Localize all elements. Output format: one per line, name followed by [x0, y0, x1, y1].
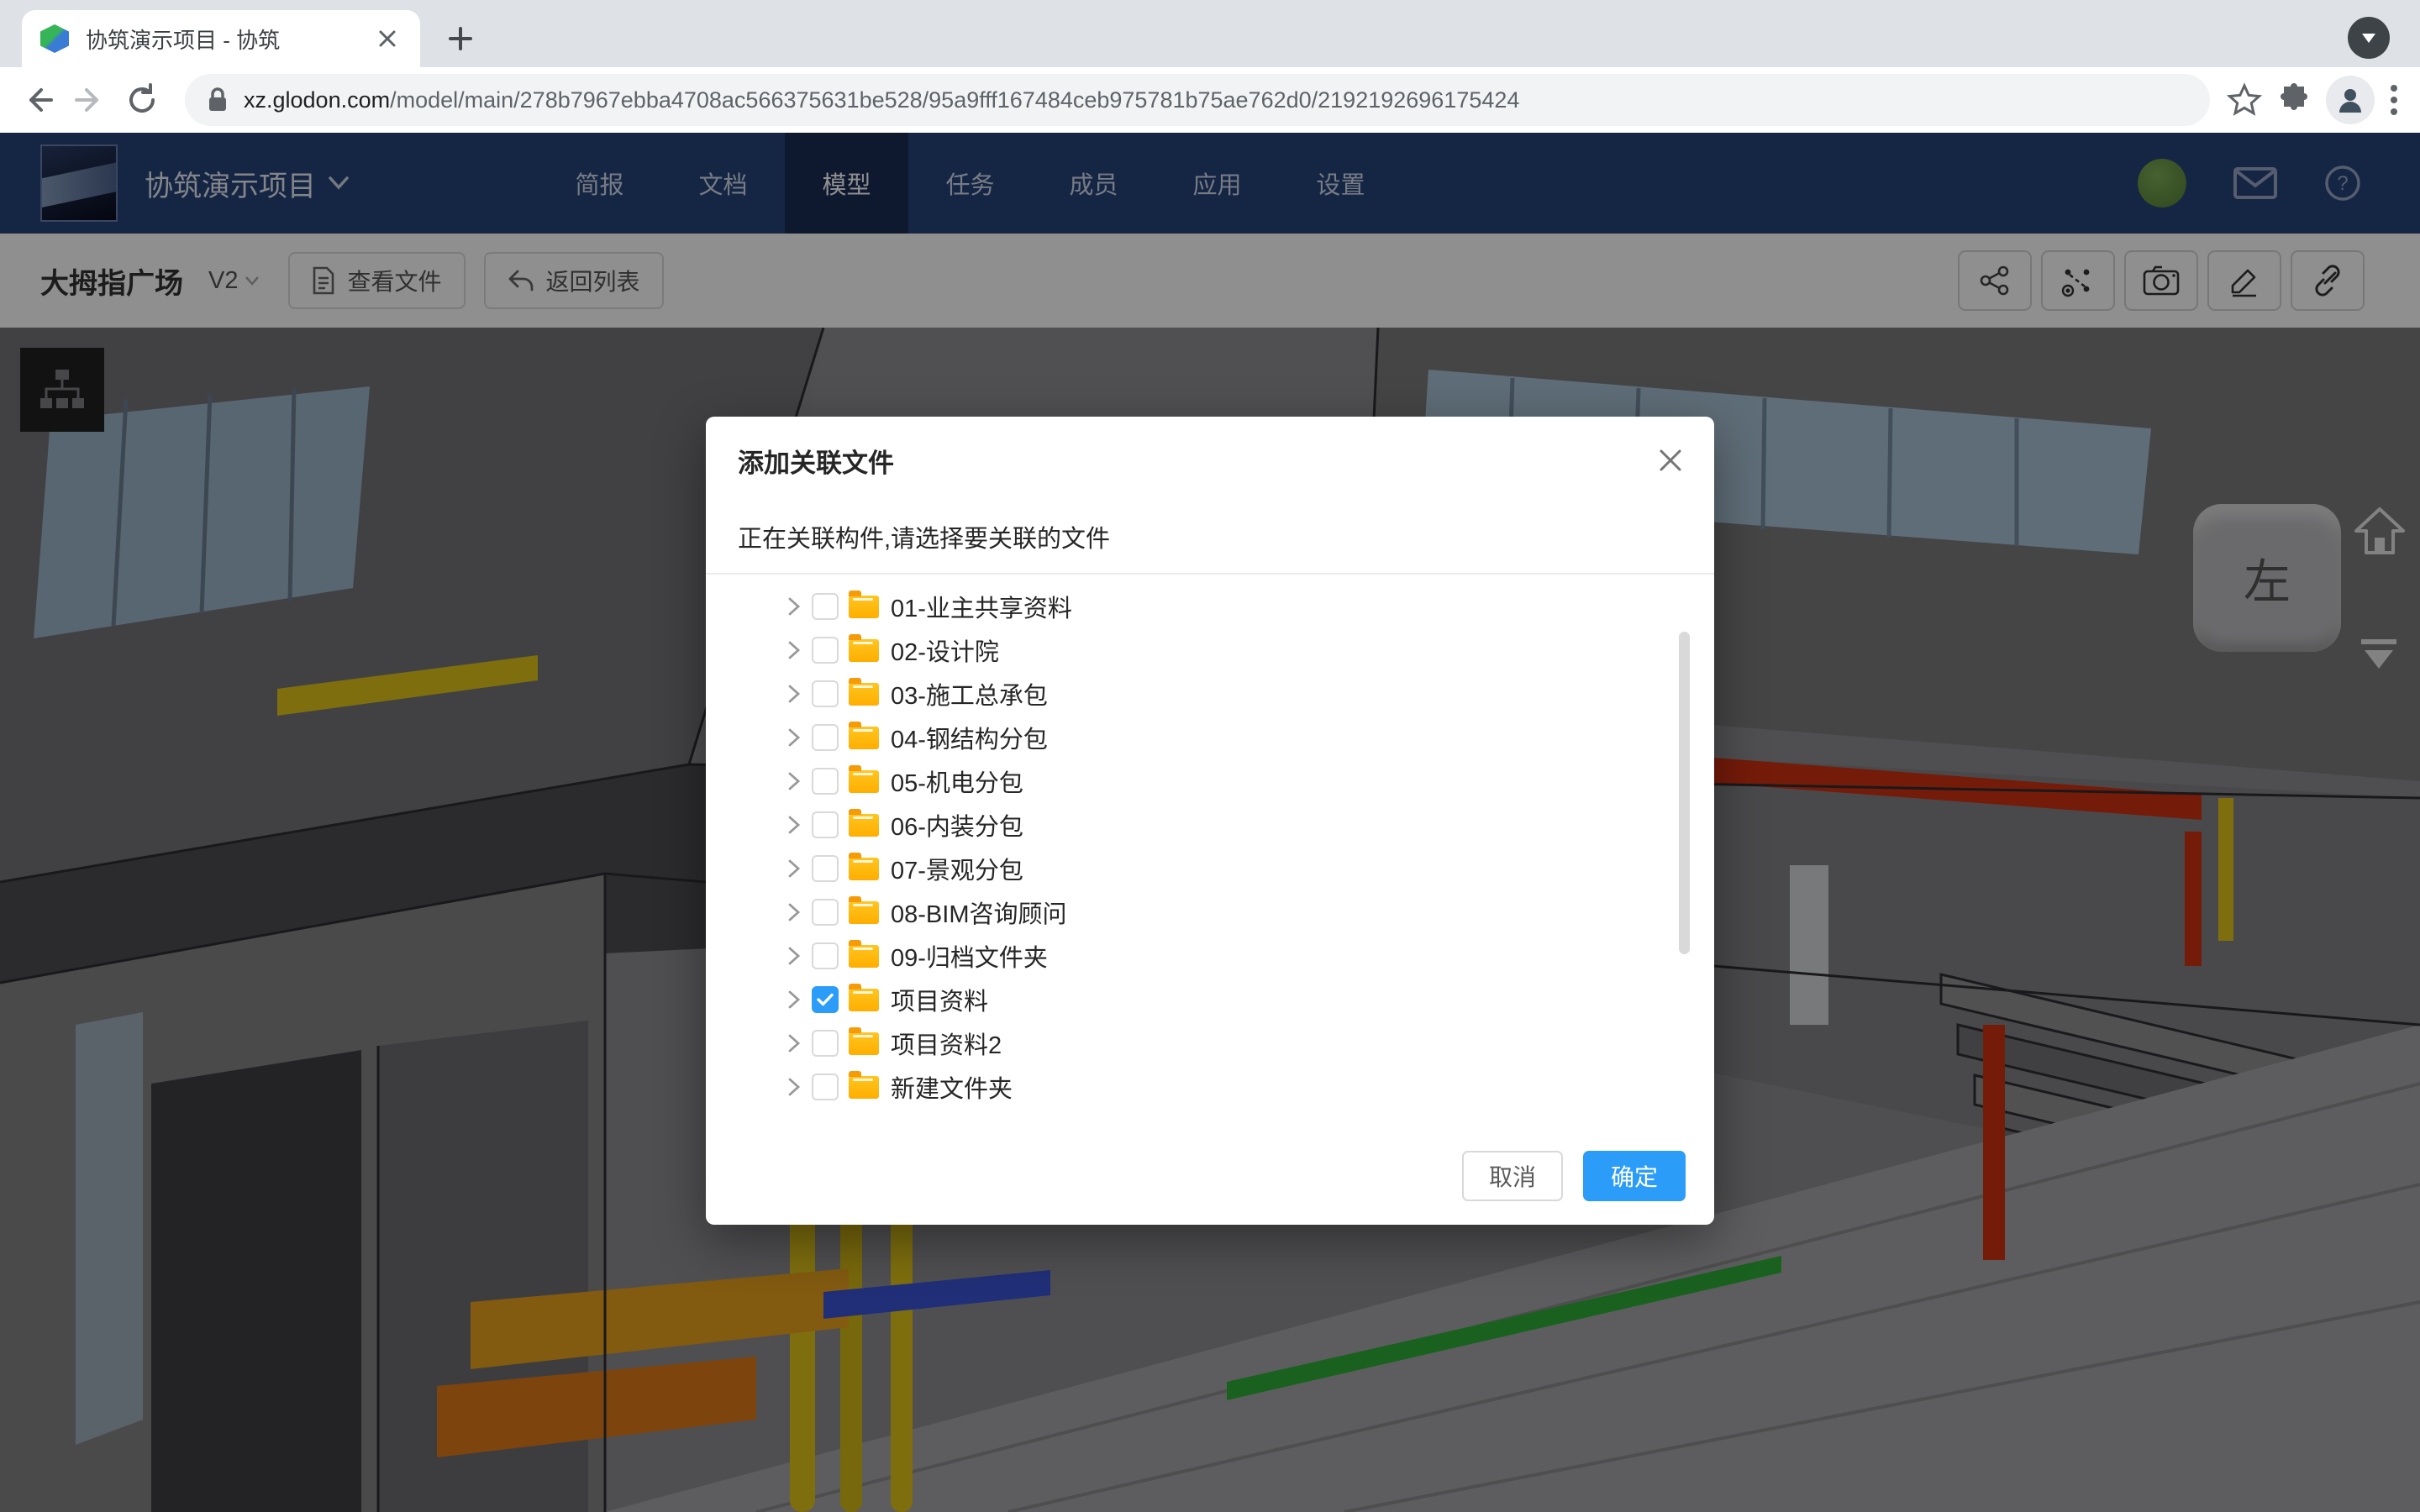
expand-chevron-icon[interactable] — [781, 946, 807, 966]
dialog-close-icon[interactable] — [1652, 442, 1689, 479]
tree-scrollbar[interactable] — [1679, 632, 1690, 954]
folder-checkbox[interactable] — [812, 637, 839, 664]
lock-icon — [207, 87, 229, 113]
dialog-header: 添加关联文件 — [706, 417, 1714, 504]
folder-icon — [849, 683, 879, 706]
folder-row[interactable]: 项目资料 — [781, 978, 1639, 1021]
folder-icon — [849, 1032, 879, 1055]
tab-search-button[interactable] — [2348, 17, 2390, 59]
folder-checkbox[interactable] — [812, 899, 839, 926]
folder-row[interactable]: 07-景观分包 — [781, 847, 1639, 890]
folder-icon — [849, 1076, 879, 1099]
folder-icon — [849, 945, 879, 968]
folder-row[interactable]: 02-设计院 — [781, 628, 1639, 672]
folder-checkbox[interactable] — [812, 942, 839, 969]
browser-menu-icon[interactable] — [2390, 83, 2398, 117]
forward-button[interactable] — [64, 74, 116, 126]
folder-label: 06-内装分包 — [891, 807, 1023, 843]
folder-icon — [849, 727, 879, 749]
url-bar[interactable]: xz.glodon.com/model/main/278b7967ebba470… — [185, 74, 2210, 126]
folder-checkbox[interactable] — [812, 811, 839, 838]
folder-checkbox[interactable] — [812, 855, 839, 882]
folder-icon — [849, 596, 879, 618]
folder-row[interactable]: 项目资料2 — [781, 1021, 1639, 1065]
folder-icon — [849, 858, 879, 880]
folder-row[interactable]: 01-业主共享资料 — [781, 585, 1639, 628]
folder-row[interactable]: 08-BIM咨询顾问 — [781, 890, 1639, 934]
expand-chevron-icon[interactable] — [781, 640, 807, 660]
confirm-button[interactable]: 确定 — [1583, 1151, 1686, 1201]
browser-tab-strip: 协筑演示项目 - 协筑 — [0, 0, 2420, 67]
folder-checkbox[interactable] — [812, 1030, 839, 1057]
folder-icon — [849, 639, 879, 662]
browser-profile-avatar[interactable] — [2326, 76, 2375, 124]
folder-label: 03-施工总承包 — [891, 676, 1048, 711]
folder-label: 01-业主共享资料 — [891, 589, 1072, 624]
expand-chevron-icon[interactable] — [781, 815, 807, 835]
url-path: /model/main/278b7967ebba4708ac566375631b… — [390, 87, 1519, 113]
expand-chevron-icon[interactable] — [781, 858, 807, 879]
folder-checkbox[interactable] — [812, 724, 839, 751]
folder-row[interactable]: 09-归档文件夹 — [781, 934, 1639, 978]
folder-label: 项目资料2 — [891, 1026, 1002, 1061]
back-button[interactable] — [12, 74, 64, 126]
folder-label: 07-景观分包 — [891, 851, 1023, 886]
expand-chevron-icon[interactable] — [781, 902, 807, 922]
expand-chevron-icon[interactable] — [781, 1077, 807, 1097]
expand-chevron-icon[interactable] — [781, 684, 807, 704]
expand-chevron-icon[interactable] — [781, 990, 807, 1010]
new-tab-button[interactable] — [440, 18, 481, 59]
folder-row[interactable]: 04-钢结构分包 — [781, 716, 1639, 759]
folder-checkbox[interactable] — [812, 1074, 839, 1100]
folder-label: 09-归档文件夹 — [891, 938, 1048, 974]
expand-chevron-icon[interactable] — [781, 596, 807, 617]
folder-checkbox[interactable] — [812, 768, 839, 795]
folder-icon — [849, 770, 879, 793]
folder-icon — [849, 989, 879, 1011]
folder-row[interactable]: 新建文件夹 — [781, 1065, 1639, 1109]
folder-label: 新建文件夹 — [891, 1069, 1013, 1105]
folder-label: 05-机电分包 — [891, 764, 1023, 799]
browser-tab[interactable]: 协筑演示项目 - 协筑 — [22, 10, 420, 67]
folder-label: 04-钢结构分包 — [891, 720, 1048, 755]
folder-icon — [849, 901, 879, 924]
screen: 协筑演示项目 - 协筑 xz.glodon.com/model/main/ — [0, 0, 2420, 1512]
folder-row[interactable]: 05-机电分包 — [781, 759, 1639, 803]
tab-close-icon[interactable] — [373, 24, 402, 53]
expand-chevron-icon[interactable] — [781, 771, 807, 791]
folder-row[interactable]: 03-施工总承包 — [781, 672, 1639, 716]
site-favicon — [40, 24, 69, 53]
dialog-subtitle: 正在关联构件,请选择要关联的文件 — [738, 519, 1110, 554]
bookmark-star-icon[interactable] — [2227, 82, 2262, 118]
reload-button[interactable] — [116, 74, 168, 126]
cancel-button[interactable]: 取消 — [1462, 1151, 1563, 1201]
expand-chevron-icon[interactable] — [781, 1033, 807, 1053]
dialog-title: 添加关联文件 — [738, 442, 894, 480]
dialog-divider — [706, 573, 1714, 575]
dialog-footer: 取消 确定 — [1462, 1151, 1686, 1201]
folder-checkbox[interactable] — [812, 680, 839, 707]
folder-label: 项目资料 — [891, 982, 988, 1017]
page: 协筑演示项目 简报文档模型任务成员应用设置 ? 大拇指广场 V2 — [0, 133, 2420, 1512]
folder-checkbox[interactable] — [812, 986, 839, 1013]
extensions-puzzle-icon[interactable] — [2277, 83, 2311, 117]
folder-row[interactable]: 06-内装分包 — [781, 803, 1639, 847]
url-domain: xz.glodon.com — [244, 87, 390, 113]
folder-label: 02-设计院 — [891, 633, 999, 668]
browser-toolbar: xz.glodon.com/model/main/278b7967ebba470… — [0, 67, 2420, 133]
folder-checkbox[interactable] — [812, 593, 839, 620]
expand-chevron-icon[interactable] — [781, 727, 807, 748]
folder-label: 08-BIM咨询顾问 — [891, 895, 1066, 930]
folder-tree: 01-业主共享资料 02-设计院 03-施工总承包 04-钢结构分包 — [781, 585, 1639, 1109]
folder-icon — [849, 814, 879, 837]
toolbar-right — [2227, 76, 2398, 124]
tab-title: 协筑演示项目 - 协筑 — [86, 24, 373, 55]
add-linked-files-dialog: 添加关联文件 正在关联构件,请选择要关联的文件 01-业主共享资料 02-设计院 — [706, 417, 1714, 1225]
